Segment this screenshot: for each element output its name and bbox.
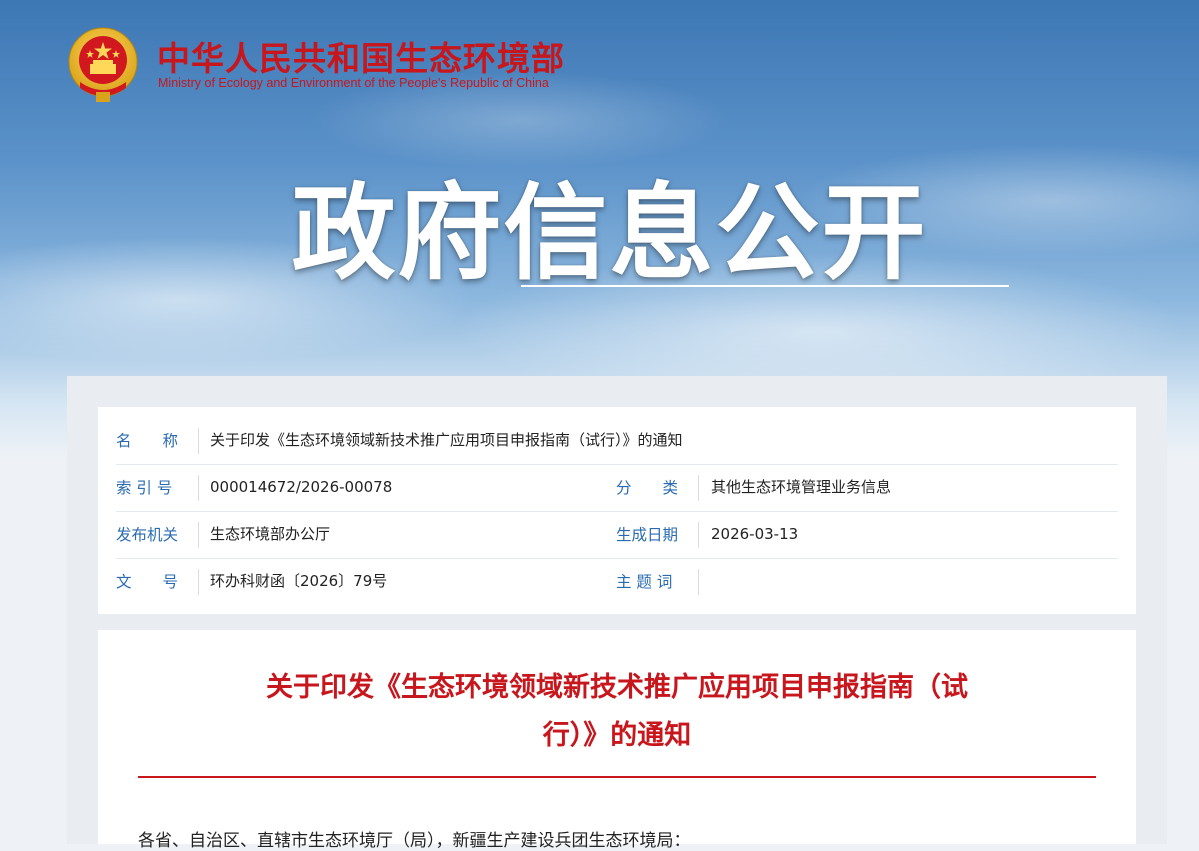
article-title-line-1: 关于印发《生态环境领域新技术推广应用项目申报指南（试 xyxy=(266,672,968,703)
ministry-name-english[interactable]: Ministry of Ecology and Environment of t… xyxy=(158,76,549,90)
info-row-issuer: 发布机关 生态环境部办公厅 生成日期 2026-03-13 xyxy=(116,512,1118,559)
docno-label: 文 号 xyxy=(116,573,179,591)
title-divider xyxy=(138,776,1096,778)
category-label: 分 类 xyxy=(616,479,679,497)
divider xyxy=(698,522,699,548)
date-label: 生成日期 xyxy=(616,526,679,544)
divider xyxy=(698,475,699,501)
divider xyxy=(198,475,199,501)
divider xyxy=(198,522,199,548)
index-value: 000014672/2026-00078 xyxy=(210,478,393,496)
category-value: 其他生态环境管理业务信息 xyxy=(711,478,892,496)
info-row-docno: 文 号 环办科财函〔2026〕79号 主 题 词 xyxy=(116,559,1118,605)
document-info-card: 名 称 关于印发《生态环境领域新技术推广应用项目申报指南（试行）》的通知 索 引… xyxy=(98,407,1136,614)
divider xyxy=(198,428,199,454)
national-emblem-icon[interactable] xyxy=(66,26,140,106)
banner-underline xyxy=(521,285,1009,287)
name-label: 名 称 xyxy=(116,432,179,450)
article-card: 关于印发《生态环境领域新技术推广应用项目申报指南（试 行）》的通知 各省、自治区… xyxy=(98,630,1136,851)
banner-title: 政府信息公开 xyxy=(291,172,928,294)
article-salutation: 各省、自治区、直辖市生态环境厅（局），新疆生产建设兵团生态环境局： xyxy=(138,831,691,851)
date-value: 2026-03-13 xyxy=(711,525,799,543)
ministry-name-chinese[interactable]: 中华人民共和国生态环境部 xyxy=(157,32,565,80)
index-label: 索 引 号 xyxy=(116,479,173,497)
divider xyxy=(198,569,199,595)
docno-value: 环办科财函〔2026〕79号 xyxy=(210,572,388,590)
issuer-value: 生态环境部办公厅 xyxy=(210,525,331,543)
article-title-line-2: 行）》的通知 xyxy=(542,720,692,751)
keywords-label: 主 题 词 xyxy=(616,573,673,591)
content-wrapper: 名 称 关于印发《生态环境领域新技术推广应用项目申报指南（试行）》的通知 索 引… xyxy=(67,376,1167,851)
name-value: 关于印发《生态环境领域新技术推广应用项目申报指南（试行）》的通知 xyxy=(210,431,683,449)
issuer-label: 发布机关 xyxy=(116,526,179,544)
article-title: 关于印发《生态环境领域新技术推广应用项目申报指南（试 行）》的通知 xyxy=(218,664,1016,760)
divider xyxy=(698,569,699,595)
info-row-index: 索 引 号 000014672/2026-00078 分 类 其他生态环境管理业… xyxy=(116,465,1118,512)
info-row-name: 名 称 关于印发《生态环境领域新技术推广应用项目申报指南（试行）》的通知 xyxy=(116,418,1118,465)
